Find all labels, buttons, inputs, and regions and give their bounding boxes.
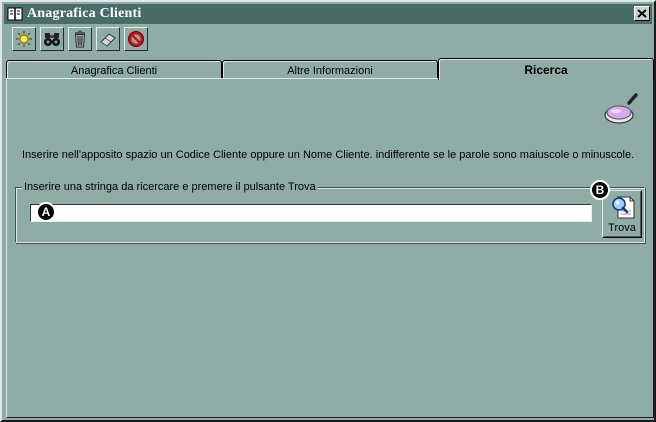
trash-icon: [74, 30, 86, 48]
toolbar: [12, 27, 148, 53]
search-group-label: Inserire una stringa da ricercare e prem…: [22, 181, 318, 193]
title-bar: Anagrafica Clienti: [4, 4, 652, 24]
tab-label: Anagrafica Clienti: [70, 64, 158, 77]
stop-icon: [128, 31, 144, 47]
search-document-icon: [612, 196, 635, 219]
close-icon: [637, 9, 647, 18]
trova-button[interactable]: Trova: [602, 190, 642, 238]
tab-label: Ricerca: [524, 62, 568, 77]
search-description: Inserire nell'apposito spazio un Codice …: [22, 149, 635, 161]
tab-anagrafica-clienti[interactable]: Anagrafica Clienti: [6, 60, 222, 80]
tab-altre-informazioni[interactable]: Altre Informazioni: [222, 60, 438, 80]
callout-marker-a: A: [36, 202, 56, 222]
eraser-icon: [100, 33, 116, 47]
delete-button[interactable]: [68, 27, 92, 51]
book-icon: [7, 7, 23, 21]
callout-marker-b: B: [590, 180, 610, 200]
tab-label: Altre Informazioni: [287, 64, 373, 77]
new-button[interactable]: [12, 27, 36, 51]
new-icon: [16, 31, 32, 47]
exit-button[interactable]: [124, 27, 148, 51]
clear-button[interactable]: [96, 27, 120, 51]
binoculars-icon: [44, 33, 60, 46]
tab-ricerca[interactable]: Ricerca: [438, 58, 654, 80]
search-panel: Inserire nell'apposito spazio un Codice …: [6, 78, 654, 418]
window-title: Anagrafica Clienti: [27, 6, 142, 21]
tab-strip: Anagrafica Clienti Altre Informazioni Ri…: [6, 58, 654, 80]
close-button[interactable]: [634, 6, 650, 21]
find-button[interactable]: [40, 27, 64, 51]
search-groupbox: Inserire una stringa da ricercare e prem…: [15, 181, 645, 243]
trova-label: Trova: [608, 222, 636, 234]
magnifier-icon: [604, 93, 638, 124]
search-input[interactable]: [30, 204, 592, 222]
application-window: Anagrafica Clienti Anagrafica Clienti Al…: [0, 0, 656, 422]
